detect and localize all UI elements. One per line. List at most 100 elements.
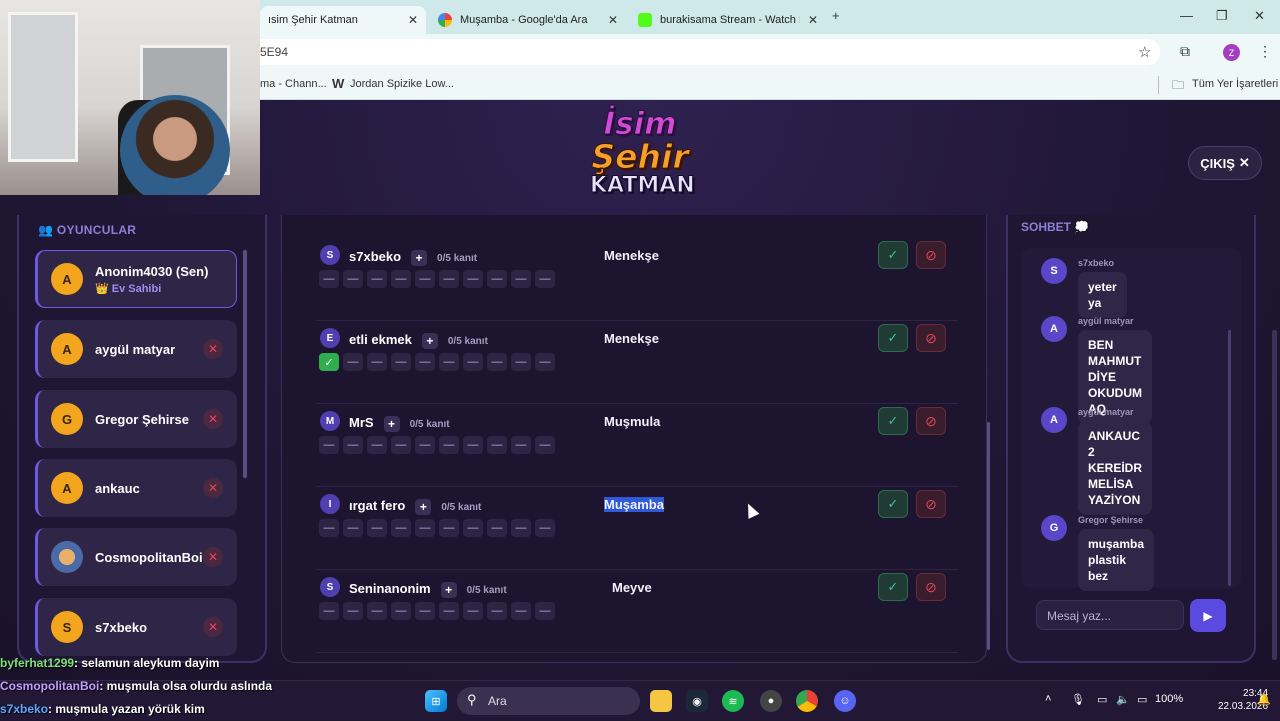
obs-icon[interactable]: ● bbox=[760, 690, 782, 712]
spotify-icon[interactable]: ≋ bbox=[722, 690, 744, 712]
close-tab-icon[interactable]: ✕ bbox=[408, 13, 418, 27]
menu-icon[interactable]: ⋮ bbox=[1258, 43, 1272, 60]
close-tab-icon[interactable]: ✕ bbox=[608, 13, 618, 27]
add-evidence-button[interactable]: + bbox=[415, 498, 432, 515]
approve-button[interactable]: ✓ bbox=[878, 241, 908, 269]
player-name: CosmopolitanBoi bbox=[95, 549, 203, 565]
player-card[interactable]: Ss7xbeko ✕ bbox=[35, 598, 237, 656]
approve-button[interactable]: ✓ bbox=[878, 490, 908, 518]
player-card[interactable]: CosmopolitanBoi ✕ bbox=[35, 528, 237, 586]
kick-player-button[interactable]: ✕ bbox=[203, 617, 223, 637]
answers-scrollbar[interactable] bbox=[987, 422, 990, 650]
reject-button[interactable]: ⊘ bbox=[916, 573, 946, 601]
taskbar-search[interactable]: Ara bbox=[457, 687, 640, 715]
player-card[interactable]: Aaygül matyar ✕ bbox=[35, 320, 237, 378]
steam-icon[interactable]: ◉ bbox=[686, 690, 708, 712]
vote-empty-icon: — bbox=[439, 436, 459, 454]
vote-empty-icon: — bbox=[415, 353, 435, 371]
player-avatar: A bbox=[51, 472, 83, 504]
vote-empty-icon: — bbox=[535, 436, 555, 454]
vote-empty-icon: — bbox=[343, 436, 363, 454]
battery-icon[interactable]: ▭ bbox=[1137, 693, 1147, 706]
minimize-icon[interactable]: — bbox=[1180, 8, 1193, 23]
close-window-icon[interactable]: ✕ bbox=[1254, 8, 1265, 24]
profile-avatar[interactable]: Z bbox=[1223, 44, 1240, 61]
vote-empty-icon: — bbox=[343, 519, 363, 537]
evidence-count: 0/5 kanıt bbox=[437, 253, 478, 264]
player-card[interactable]: Aankauc ✕ bbox=[35, 459, 237, 517]
evidence-count: 0/5 kanıt bbox=[447, 336, 488, 347]
vote-boxes: — — — — — — — — — — bbox=[319, 436, 555, 454]
bookmark-star-icon[interactable]: ☆ bbox=[1138, 43, 1151, 61]
chat-scrollbar[interactable] bbox=[1228, 330, 1231, 586]
tab-kick[interactable]: burakisama Stream - Watch Live ✕ bbox=[630, 6, 826, 34]
chat-avatar: S bbox=[1041, 258, 1067, 284]
send-button[interactable]: ▶ bbox=[1190, 599, 1226, 632]
windows-start-icon[interactable]: ⊞ bbox=[425, 690, 447, 712]
discord-icon[interactable]: ☺ bbox=[834, 690, 856, 712]
extensions-icon[interactable]: ⧉ bbox=[1180, 43, 1190, 60]
kick-player-button[interactable]: ✕ bbox=[203, 478, 223, 498]
exit-button[interactable]: ÇIKIŞ ✕ bbox=[1188, 146, 1262, 180]
player-card[interactable]: A Anonim4030 (Sen) 👑 Ev Sahibi bbox=[35, 250, 237, 308]
kick-player-button[interactable]: ✕ bbox=[203, 547, 223, 567]
bookmark-item[interactable]: ma - Chann... bbox=[260, 78, 327, 90]
vote-empty-icon: — bbox=[463, 270, 483, 288]
players-scrollbar[interactable] bbox=[243, 250, 247, 478]
maximize-icon[interactable]: ❐ bbox=[1216, 8, 1228, 24]
vote-empty-icon: — bbox=[343, 270, 363, 288]
kick-player-button[interactable]: ✕ bbox=[203, 409, 223, 429]
approve-button[interactable]: ✓ bbox=[878, 407, 908, 435]
vote-empty-icon: — bbox=[463, 436, 483, 454]
webcam-window bbox=[8, 12, 78, 162]
microphone-icon[interactable]: 🎙 bbox=[1071, 693, 1085, 706]
exit-label: ÇIKIŞ bbox=[1200, 155, 1235, 171]
add-evidence-button[interactable]: + bbox=[383, 415, 400, 432]
add-evidence-button[interactable]: + bbox=[440, 581, 457, 598]
vote-empty-icon: — bbox=[415, 519, 435, 537]
page-scrollbar[interactable] bbox=[1272, 330, 1277, 660]
vote-empty-icon: — bbox=[439, 270, 459, 288]
kick-icon bbox=[638, 13, 652, 27]
kick-player-button[interactable]: ✕ bbox=[203, 339, 223, 359]
all-bookmarks[interactable]: Tüm Yer İşaretleri bbox=[1192, 78, 1278, 90]
evidence-count: 0/5 kanıt bbox=[409, 419, 450, 430]
add-evidence-button[interactable]: + bbox=[411, 249, 428, 266]
logo-line-1: İsim bbox=[603, 106, 677, 142]
vote-empty-icon: — bbox=[439, 519, 459, 537]
address-input[interactable]: 5E94 bbox=[260, 39, 1160, 65]
vote-empty-icon: — bbox=[511, 436, 531, 454]
player-card[interactable]: G Gregor Şehirse ✕ bbox=[35, 390, 237, 448]
approve-button[interactable]: ✓ bbox=[878, 573, 908, 601]
tray-chevron-icon[interactable]: ˄ bbox=[1045, 693, 1051, 705]
player-name: ankauc bbox=[95, 480, 140, 496]
file-explorer-icon[interactable] bbox=[650, 690, 672, 712]
reject-button[interactable]: ⊘ bbox=[916, 324, 946, 352]
vote-empty-icon: — bbox=[367, 353, 387, 371]
answer-word: Muşamba bbox=[604, 497, 664, 512]
chrome-icon[interactable] bbox=[796, 690, 818, 712]
reject-button[interactable]: ⊘ bbox=[916, 490, 946, 518]
vote-empty-icon: — bbox=[391, 436, 411, 454]
tab-isim-sehir[interactable]: ısim Şehir Katman ✕ bbox=[260, 6, 426, 34]
tab-google[interactable]: Muşamba - Google'da Ara ✕ bbox=[430, 6, 626, 34]
chat-sender: s7xbeko bbox=[1078, 258, 1115, 268]
close-icon: ✕ bbox=[1238, 155, 1250, 170]
chat-text: ANKAUC 2 KEREİDR MELİSA YAZİYON bbox=[1078, 421, 1153, 515]
reject-button[interactable]: ⊘ bbox=[916, 407, 946, 435]
notification-bell-icon[interactable]: 🔔 bbox=[1257, 693, 1271, 706]
chat-input[interactable]: Mesaj yaz... bbox=[1036, 600, 1184, 630]
players-title: 👥 OYUNCULAR bbox=[38, 223, 137, 237]
add-evidence-button[interactable]: + bbox=[421, 332, 438, 349]
vote-empty-icon: — bbox=[319, 519, 339, 537]
close-tab-icon[interactable]: ✕ bbox=[808, 13, 818, 27]
player-avatar bbox=[51, 541, 83, 573]
approve-button[interactable]: ✓ bbox=[878, 324, 908, 352]
reject-button[interactable]: ⊘ bbox=[916, 241, 946, 269]
network-icon[interactable]: ▭ bbox=[1097, 693, 1107, 706]
bookmark-item[interactable]: Jordan Spizike Low... bbox=[350, 78, 454, 90]
vote-empty-icon: — bbox=[319, 270, 339, 288]
new-tab-button[interactable]: + bbox=[832, 8, 840, 23]
volume-icon[interactable]: 🔈 bbox=[1116, 693, 1130, 706]
battery-level: 100% bbox=[1155, 693, 1184, 705]
